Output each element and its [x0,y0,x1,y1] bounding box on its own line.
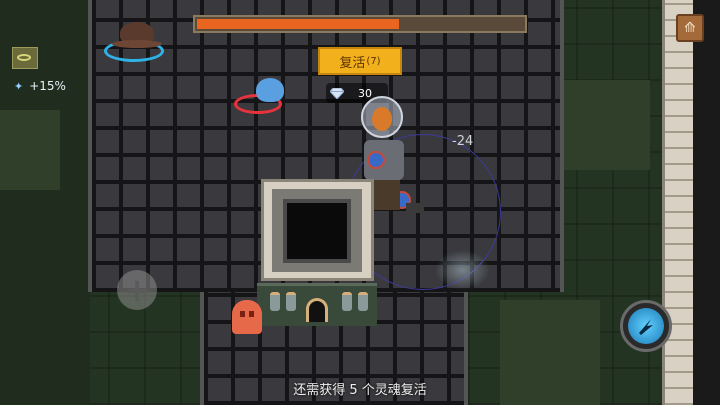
revive-cost: (7) [366,55,381,67]
ghost-eye [249,311,254,317]
buff-indicator: ✦ +15% [14,79,66,93]
grass-patch [0,110,60,190]
ring-icon [17,54,31,61]
damage-number: -24 [452,134,474,149]
pit-hole [283,199,351,263]
smoke-effect [435,250,490,290]
game-view: 复活 (7) 30 ✦ +15% -24 + ⟰ 还需获得 5 个灵魂复活 [0,0,720,405]
ghost-eye [240,311,245,317]
skill-icon [628,308,664,344]
slime-enemy [256,78,284,102]
vase [286,292,296,311]
sparkle-icon: ✦ [14,79,24,93]
vase [270,292,280,311]
wall-shadow [693,0,720,405]
diamond-icon [330,87,344,99]
boss-health-fill [197,19,400,29]
portal-door [306,298,328,322]
pause-button[interactable]: ⟰ [676,14,704,42]
ghost-pet [232,300,262,334]
brick-wall [662,0,696,405]
vase [358,292,368,311]
hat-enemy [112,22,162,48]
grass-patch [560,80,650,170]
revive-button[interactable]: 复活 (7) [318,47,402,75]
revive-label: 复活 [339,55,366,71]
buff-value: +15% [29,79,66,93]
skill-button[interactable] [620,300,672,352]
boss-health-bar [193,15,527,33]
revive-hint-text: 还需获得 5 个灵魂复活 [293,383,427,398]
pause-icon: ⟰ [684,20,696,36]
vase [342,292,352,311]
plus-icon: + [123,271,151,309]
joystick-button[interactable]: + [117,270,157,310]
